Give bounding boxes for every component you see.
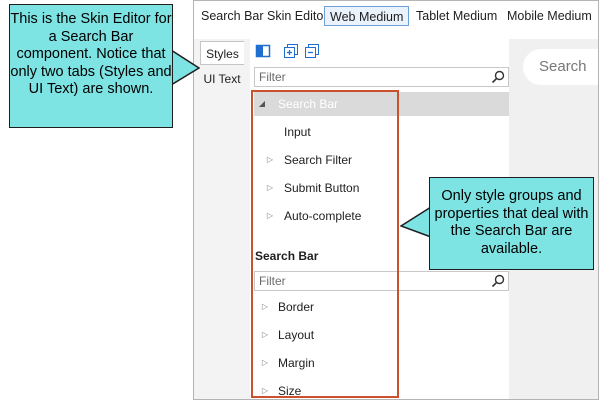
- tab-styles[interactable]: Styles: [200, 41, 244, 65]
- callout-right: Only style groups and properties that de…: [429, 177, 594, 270]
- property-filter-input[interactable]: [255, 272, 485, 290]
- panel-toggle-icon[interactable]: [255, 43, 271, 59]
- collapsed-arrow-icon[interactable]: ▷: [260, 351, 270, 375]
- property-filter-field: [254, 271, 509, 291]
- collapsed-arrow-icon[interactable]: ▷: [260, 379, 270, 399]
- tree-item-input[interactable]: Input: [254, 120, 509, 144]
- tree-item-search-filter[interactable]: ▷ Search Filter: [254, 148, 509, 172]
- collapse-all-icon[interactable]: [304, 43, 320, 59]
- magnifier-icon: [491, 70, 505, 84]
- tab-web-medium[interactable]: Web Medium: [324, 6, 410, 26]
- style-filter-field: [254, 67, 509, 87]
- collapsed-arrow-icon[interactable]: ▷: [265, 176, 275, 200]
- callout-left-pointer: [170, 48, 200, 87]
- expand-all-icon[interactable]: [283, 43, 299, 59]
- collapsed-arrow-icon[interactable]: ▷: [265, 148, 275, 172]
- style-filter-input[interactable]: [255, 68, 485, 86]
- callout-right-pointer: [400, 205, 432, 239]
- tree-item-search-bar[interactable]: ◢ Search Bar: [254, 92, 509, 116]
- tab-ui-text[interactable]: UI Text: [200, 67, 244, 91]
- search-preview-placeholder: Search: [539, 58, 587, 75]
- tab-search-bar-skin-editor[interactable]: Search Bar Skin Editor: [201, 6, 327, 26]
- property-layout[interactable]: ▷ Layout: [254, 323, 509, 347]
- callout-left: This is the Skin Editor for a Search Bar…: [9, 4, 173, 128]
- side-tab-bar: Styles UI Text: [194, 39, 250, 399]
- property-size[interactable]: ▷ Size: [254, 379, 509, 399]
- collapsed-arrow-icon[interactable]: ▷: [260, 323, 270, 347]
- property-margin[interactable]: ▷ Margin: [254, 351, 509, 375]
- tab-mobile-medium[interactable]: Mobile Medium: [507, 6, 592, 26]
- magnifier-icon: [491, 274, 505, 288]
- collapsed-arrow-icon[interactable]: ▷: [260, 295, 270, 319]
- search-bar-preview[interactable]: Search: [523, 49, 598, 85]
- expanded-arrow-icon: ◢: [258, 99, 266, 108]
- top-tab-bar: Search Bar Skin Editor Web Medium Tablet…: [194, 1, 598, 31]
- tab-tablet-medium[interactable]: Tablet Medium: [416, 6, 497, 26]
- property-group-title: Search Bar: [255, 249, 319, 263]
- collapsed-arrow-icon[interactable]: ▷: [265, 204, 275, 228]
- property-border[interactable]: ▷ Border: [254, 295, 509, 319]
